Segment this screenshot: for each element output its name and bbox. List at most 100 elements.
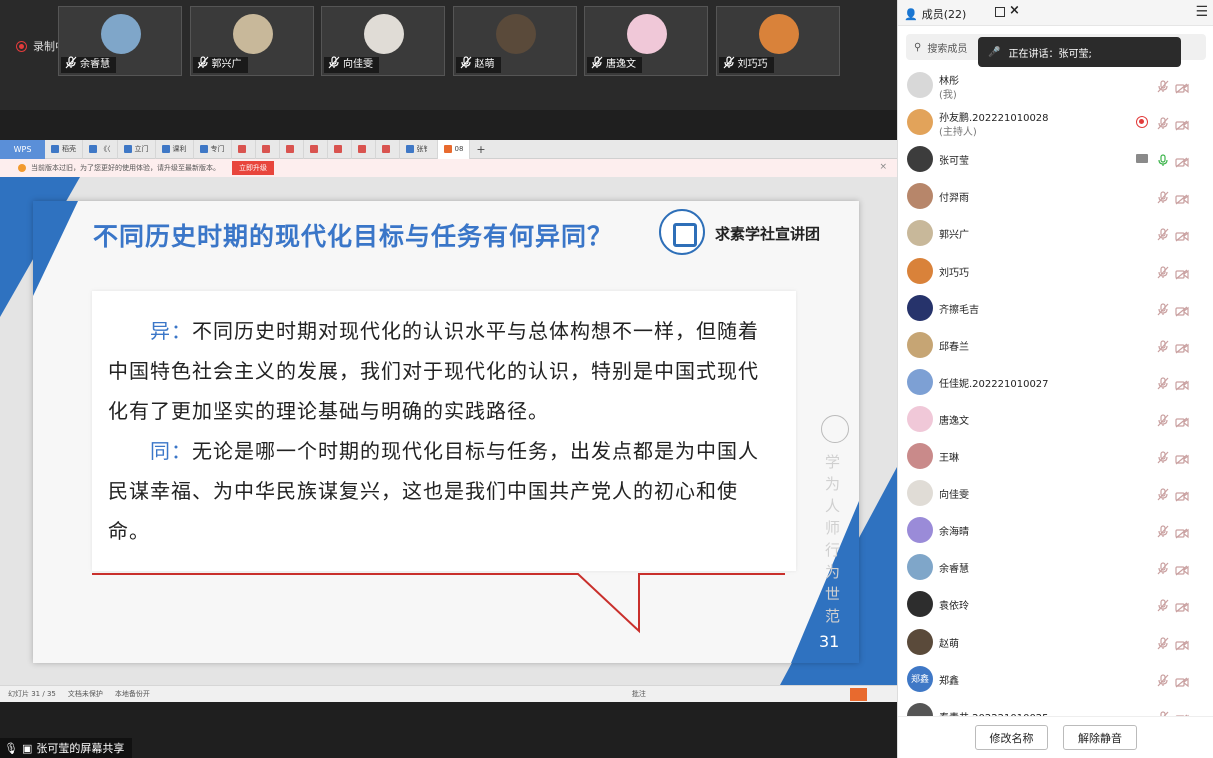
wps-doc-tab[interactable]: 《〈 [83,139,118,159]
wps-doc-tab[interactable]: 立门 [118,139,156,159]
wps-doc-tab[interactable]: 张钅 [400,139,438,159]
member-row[interactable]: 王琳 [898,437,1213,474]
member-row[interactable]: 袁依玲 [898,585,1213,622]
member-row[interactable]: 林彤 (我) [898,66,1213,103]
wps-doc-tab[interactable] [256,139,280,159]
camera-off-icon[interactable] [1175,116,1189,131]
video-tile[interactable]: 唐逸文 [584,6,708,76]
member-name: 郭兴广 [939,230,969,242]
paragraph-difference: 异：不同历史时期对现代化的认识水平与总体构想不一样，但随着中国特色社会主义的发展… [108,311,778,431]
mic-muted-icon[interactable] [1157,486,1169,501]
camera-off-icon[interactable] [1175,636,1189,650]
close-icon[interactable]: × [879,162,887,172]
tab-label: 《〈 [100,145,111,153]
camera-off-icon[interactable] [1175,339,1189,354]
mic-muted-icon[interactable] [1157,709,1169,716]
doc-protect-status[interactable]: 文档未保护 [68,689,103,699]
wps-doc-tab[interactable] [376,139,400,159]
mic-muted-icon[interactable] [1157,560,1169,575]
member-row[interactable]: 付羿雨 [898,177,1213,214]
wps-doc-tab[interactable]: 稻壳 [45,139,83,159]
screen-share-icon [1136,154,1148,164]
close-icon[interactable]: × [1009,3,1020,18]
member-row[interactable]: 郑鑫 郑鑫 [898,660,1213,697]
camera-off-icon[interactable] [1175,190,1189,205]
doc-icon [357,145,366,153]
mic-muted-icon[interactable] [1157,338,1169,353]
video-tile[interactable]: 赵萌 [452,6,577,76]
camera-off-icon[interactable] [1175,673,1189,688]
upgrade-button[interactable]: 立即升级 [232,161,274,175]
mic-muted-icon[interactable] [1157,226,1169,241]
avatar [495,14,536,54]
camera-off-icon[interactable] [1175,487,1189,502]
unmute-all-button[interactable]: 解除静音 [1063,725,1137,750]
member-row[interactable]: 邱春兰 [898,326,1213,363]
member-row[interactable]: 孙友鹏.202221010028 (主持人) [898,103,1213,140]
camera-off-icon[interactable] [1175,79,1189,94]
mic-muted-icon[interactable] [1157,115,1169,130]
video-tile[interactable]: 郭兴广 [189,6,314,76]
menu-icon[interactable]: ☰ [1195,4,1208,20]
member-row[interactable]: 郭兴广 [898,214,1213,251]
member-row[interactable]: 刘巧巧 [898,252,1213,289]
notes-button[interactable]: 批注 [632,689,646,699]
wps-doc-tab[interactable]: 专门 [194,139,232,159]
camera-off-icon[interactable] [1175,302,1189,317]
popout-icon[interactable] [995,7,1005,17]
avatar [627,14,667,54]
mic-muted-icon[interactable] [1157,449,1169,464]
doc-icon [237,145,246,153]
camera-off-icon[interactable] [1175,413,1189,428]
member-row[interactable]: 余海晴 [898,511,1213,548]
tile-name-label: 赵萌 [455,55,501,73]
camera-off-icon[interactable] [1175,450,1189,465]
members-icon: 👤 [904,7,918,21]
mic-muted-icon[interactable] [1157,189,1169,204]
mic-muted-icon [197,55,209,75]
video-tile[interactable]: 刘巧巧 [715,6,840,76]
camera-off-icon[interactable] [1175,561,1189,576]
mic-on-icon[interactable] [1157,152,1169,167]
member-row[interactable]: 张可莹 [898,140,1213,177]
camera-off-icon[interactable] [1175,153,1189,168]
mic-muted-icon[interactable] [1157,523,1169,538]
member-name: 秦青井.202221010025 [939,709,1049,716]
mic-muted-icon[interactable] [1157,672,1169,686]
rename-button[interactable]: 修改名称 [975,725,1048,750]
mic-muted-icon[interactable] [1157,635,1169,649]
wps-doc-tab[interactable] [352,139,376,159]
member-row[interactable]: 秦青井.202221010025 [898,697,1213,716]
camera-off-icon[interactable] [1175,265,1189,279]
backup-status[interactable]: 本地备份开 [115,689,150,699]
wps-doc-tab[interactable] [232,139,256,159]
member-row[interactable]: 赵萌 [898,623,1213,660]
avatar: 郑鑫 [907,665,933,692]
mic-muted-icon[interactable] [1157,597,1169,612]
video-tile[interactable]: 向佳雯 [321,6,445,76]
camera-off-icon[interactable] [1175,227,1189,242]
mic-muted-icon[interactable] [1157,375,1169,390]
camera-off-icon[interactable] [1175,598,1189,613]
video-tile[interactable]: 余睿慧 [58,6,182,76]
wps-tab-bar: WPS 稻壳 《〈 立门 课利 专门 张钅 08 + [0,139,897,159]
mic-muted-icon[interactable] [1157,412,1169,427]
wps-doc-tab[interactable]: 课利 [156,139,194,159]
play-slideshow-button[interactable] [850,688,867,701]
wps-doc-tab[interactable] [328,139,352,159]
member-row[interactable]: 齐擦毛吉 [898,289,1213,326]
member-row[interactable]: 唐逸文 [898,400,1213,437]
mic-muted-icon[interactable] [1157,78,1169,93]
mic-muted-icon[interactable] [1157,264,1169,278]
wps-doc-tab[interactable] [280,139,304,159]
wps-doc-tab[interactable] [304,139,328,159]
camera-off-icon[interactable] [1175,376,1189,391]
member-row[interactable]: 向佳雯 [898,474,1213,511]
member-row[interactable]: 任佳妮.202221010027 [898,363,1213,400]
member-row[interactable]: 余睿慧 [898,548,1213,585]
wps-doc-tab[interactable]: 08 [437,139,471,159]
mic-muted-icon[interactable] [1157,301,1169,315]
camera-off-icon[interactable] [1175,524,1189,539]
wps-logo[interactable]: WPS [0,139,45,159]
add-tab-icon[interactable]: + [476,143,485,156]
